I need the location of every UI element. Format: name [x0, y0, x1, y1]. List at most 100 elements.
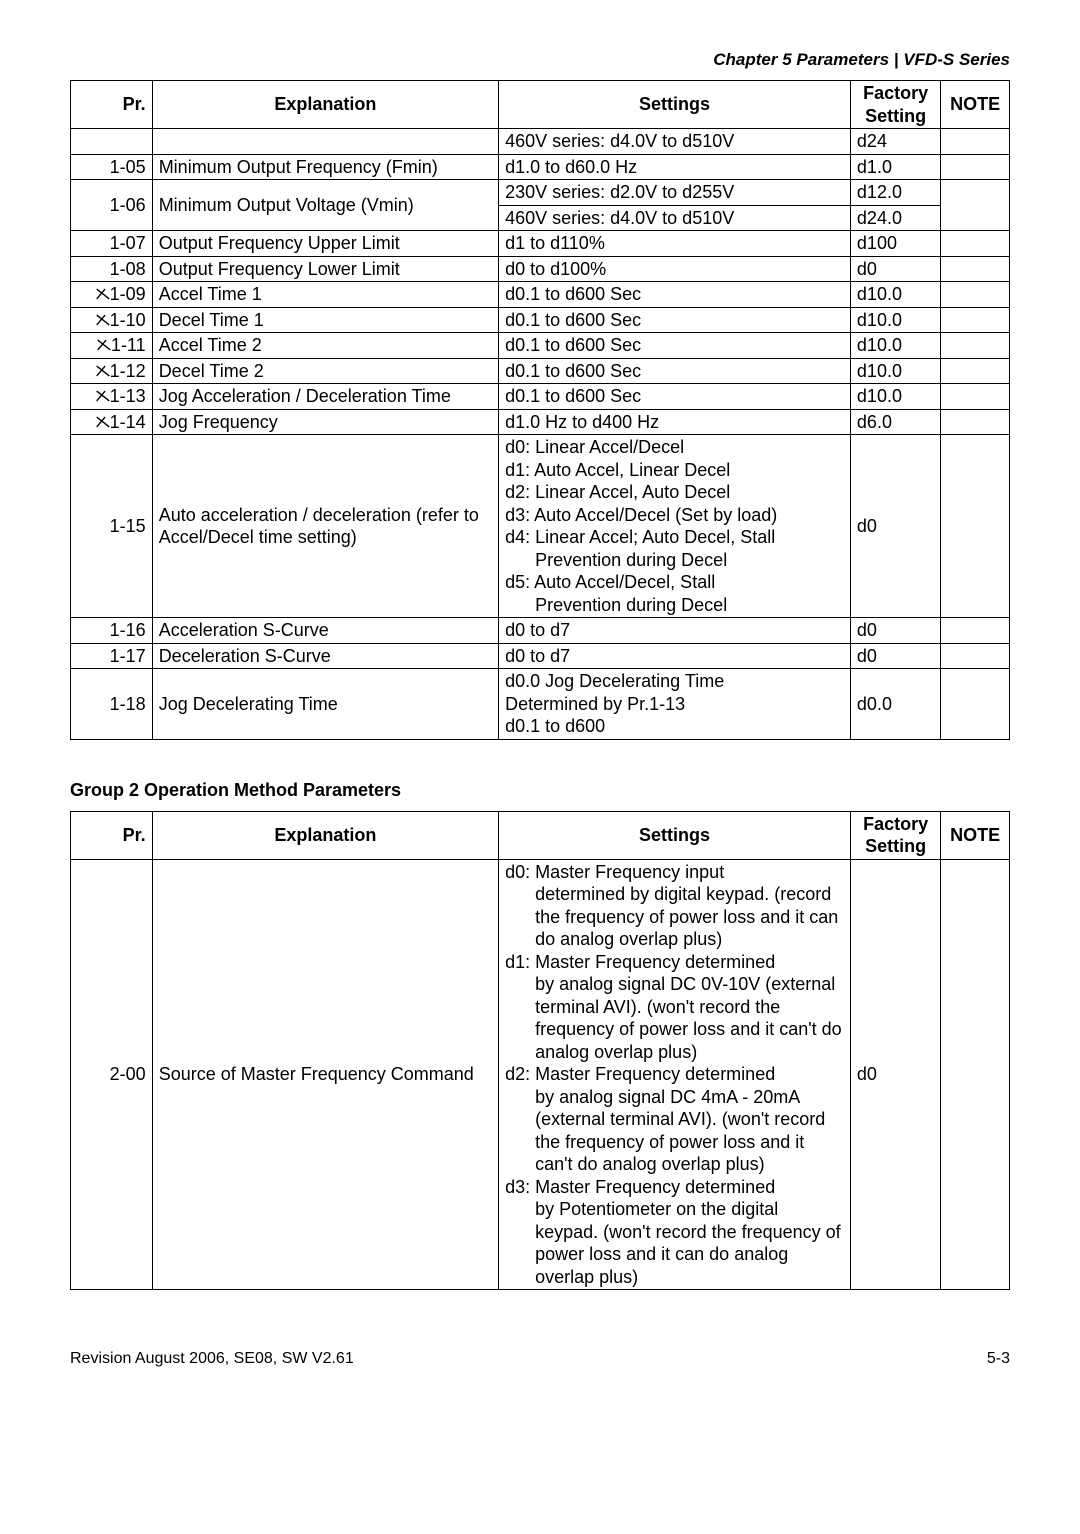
settings-cell: d1 to d110%	[499, 231, 851, 257]
note-cell	[941, 643, 1010, 669]
table-row: 1-15Auto acceleration / deceleration (re…	[71, 435, 1010, 618]
note-cell	[941, 282, 1010, 308]
table-row: 1-14Jog Frequencyd1.0 Hz to d400 Hzd6.0	[71, 409, 1010, 435]
table-row: 2-00 Source of Master Frequency Command …	[71, 859, 1010, 1290]
settings-cell: 230V series: d2.0V to d255V	[499, 180, 851, 206]
note-cell	[941, 333, 1010, 359]
note-cell	[941, 618, 1010, 644]
factory-cell: d6.0	[850, 409, 940, 435]
pr-cell: 1-13	[71, 384, 153, 410]
header-note: NOTE	[941, 811, 1010, 859]
explanation-cell: Accel Time 1	[152, 282, 498, 308]
note-cell	[941, 384, 1010, 410]
header-note: NOTE	[941, 81, 1010, 129]
factory-cell: d24.0	[850, 205, 940, 231]
check-icon	[96, 309, 110, 332]
check-icon	[97, 334, 111, 357]
table-row: 1-11Accel Time 2d0.1 to d600 Secd10.0	[71, 333, 1010, 359]
note-cell	[941, 180, 1010, 231]
table-row: 460V series: d4.0V to d510Vd24	[71, 129, 1010, 155]
factory-cell: d0	[850, 643, 940, 669]
note-cell	[941, 307, 1010, 333]
table-row: 1-17Deceleration S-Curved0 to d7d0	[71, 643, 1010, 669]
explanation-cell: Accel Time 2	[152, 333, 498, 359]
footer-left: Revision August 2006, SE08, SW V2.61	[70, 1350, 354, 1368]
header-settings: Settings	[499, 81, 851, 129]
pr-cell: 1-16	[71, 618, 153, 644]
explanation-cell: Auto acceleration / deceleration (refer …	[152, 435, 498, 618]
settings-cell: d0 to d100%	[499, 256, 851, 282]
header-explanation: Explanation	[152, 811, 498, 859]
explanation-cell	[152, 129, 498, 155]
chapter-header: Chapter 5 Parameters | VFD-S Series	[70, 50, 1010, 70]
header-explanation: Explanation	[152, 81, 498, 129]
settings-cell: d0.1 to d600 Sec	[499, 282, 851, 308]
table-header-row: Pr. Explanation Settings FactorySetting …	[71, 81, 1010, 129]
explanation-cell: Output Frequency Lower Limit	[152, 256, 498, 282]
factory-cell: d10.0	[850, 358, 940, 384]
pr-cell: 2-00	[71, 859, 153, 1290]
note-cell	[941, 231, 1010, 257]
settings-cell: d0: Linear Accel/Deceld1: Auto Accel, Li…	[499, 435, 851, 618]
table-row: 1-06Minimum Output Voltage (Vmin)230V se…	[71, 180, 1010, 206]
pr-cell	[71, 129, 153, 155]
table-row: 1-13Jog Acceleration / Deceleration Time…	[71, 384, 1010, 410]
pr-cell: 1-05	[71, 154, 153, 180]
check-icon	[96, 283, 110, 306]
explanation-cell: Decel Time 1	[152, 307, 498, 333]
explanation-cell: Acceleration S-Curve	[152, 618, 498, 644]
factory-cell: d10.0	[850, 333, 940, 359]
header-pr: Pr.	[71, 811, 153, 859]
pr-cell: 1-10	[71, 307, 153, 333]
settings-cell: d1.0 Hz to d400 Hz	[499, 409, 851, 435]
factory-cell: d0	[850, 435, 940, 618]
factory-cell: d0	[850, 859, 940, 1290]
pr-cell: 1-09	[71, 282, 153, 308]
settings-cell: d1.0 to d60.0 Hz	[499, 154, 851, 180]
parameters-table-1: Pr. Explanation Settings FactorySetting …	[70, 80, 1010, 740]
pr-cell: 1-18	[71, 669, 153, 740]
explanation-cell: Minimum Output Voltage (Vmin)	[152, 180, 498, 231]
pr-cell: 1-14	[71, 409, 153, 435]
table-row: 1-10Decel Time 1d0.1 to d600 Secd10.0	[71, 307, 1010, 333]
check-icon	[96, 360, 110, 383]
explanation-cell: Source of Master Frequency Command	[152, 859, 498, 1290]
explanation-cell: Deceleration S-Curve	[152, 643, 498, 669]
pr-cell: 1-15	[71, 435, 153, 618]
note-cell	[941, 859, 1010, 1290]
factory-cell: d1.0	[850, 154, 940, 180]
factory-cell: d10.0	[850, 384, 940, 410]
table-header-row: Pr. Explanation Settings FactorySetting …	[71, 811, 1010, 859]
header-pr: Pr.	[71, 81, 153, 129]
factory-cell: d0	[850, 256, 940, 282]
explanation-cell: Jog Frequency	[152, 409, 498, 435]
settings-cell: d0.0 Jog Decelerating TimeDetermined by …	[499, 669, 851, 740]
footer-right: 5-3	[987, 1350, 1010, 1368]
note-cell	[941, 358, 1010, 384]
table-row: 1-05Minimum Output Frequency (Fmin)d1.0 …	[71, 154, 1010, 180]
check-icon	[96, 411, 110, 434]
settings-cell: d0.1 to d600 Sec	[499, 358, 851, 384]
factory-cell: d10.0	[850, 282, 940, 308]
pr-cell: 1-08	[71, 256, 153, 282]
pr-cell: 1-12	[71, 358, 153, 384]
table-row: 1-09Accel Time 1d0.1 to d600 Secd10.0	[71, 282, 1010, 308]
note-cell	[941, 669, 1010, 740]
factory-cell: d24	[850, 129, 940, 155]
check-icon	[96, 385, 110, 408]
explanation-cell: Jog Acceleration / Deceleration Time	[152, 384, 498, 410]
table-row: 1-18Jog Decelerating Timed0.0 Jog Decele…	[71, 669, 1010, 740]
settings-cell: d0 to d7	[499, 618, 851, 644]
settings-cell: 460V series: d4.0V to d510V	[499, 205, 851, 231]
pr-cell: 1-07	[71, 231, 153, 257]
explanation-cell: Minimum Output Frequency (Fmin)	[152, 154, 498, 180]
factory-cell: d10.0	[850, 307, 940, 333]
note-cell	[941, 409, 1010, 435]
pr-cell: 1-11	[71, 333, 153, 359]
table-row: 1-12Decel Time 2d0.1 to d600 Secd10.0	[71, 358, 1010, 384]
settings-cell: d0.1 to d600 Sec	[499, 307, 851, 333]
header-factory-setting: FactorySetting	[850, 811, 940, 859]
header-settings: Settings	[499, 811, 851, 859]
pr-cell: 1-17	[71, 643, 153, 669]
table-row: 1-16Acceleration S-Curved0 to d7d0	[71, 618, 1010, 644]
